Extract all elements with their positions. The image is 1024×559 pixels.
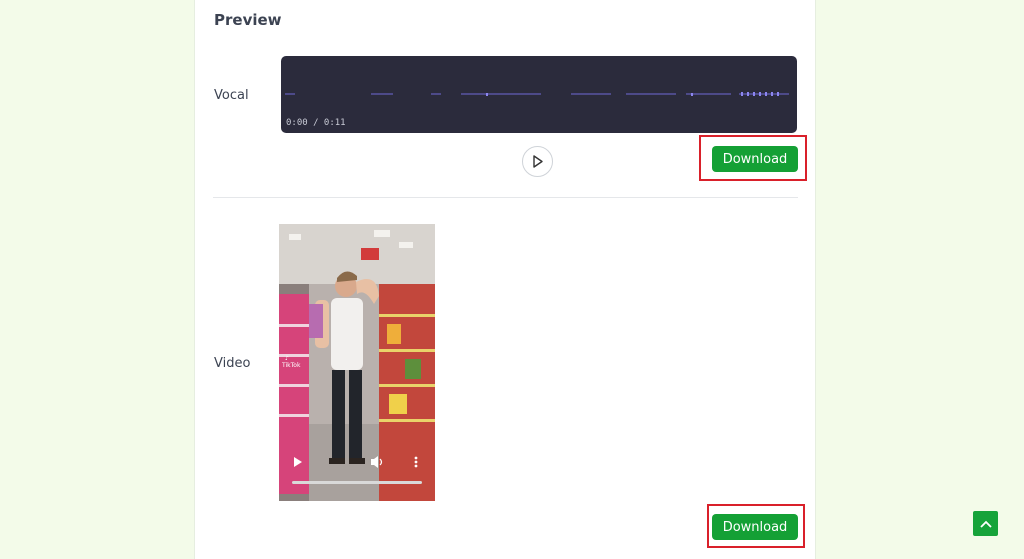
svg-text:♪: ♪	[285, 355, 289, 362]
waveform-graphic	[285, 92, 789, 96]
page-title: Preview	[214, 11, 282, 29]
video-download-button[interactable]: Download	[712, 514, 798, 540]
video-frame: ♪	[279, 224, 435, 501]
play-icon	[532, 155, 543, 168]
play-button[interactable]	[522, 146, 553, 177]
divider	[213, 197, 798, 198]
video-player[interactable]: ♪ TikTok	[279, 224, 435, 501]
chevron-up-icon	[979, 520, 992, 528]
tiktok-watermark: TikTok	[282, 362, 301, 369]
more-options-icon[interactable]	[414, 456, 418, 460]
vocal-label: Vocal	[214, 88, 249, 103]
video-label: Video	[214, 356, 251, 371]
preview-card: Preview Vocal 0:00 / 0:11 Download Video…	[194, 0, 816, 559]
audio-time: 0:00 / 0:11	[286, 118, 346, 128]
vocal-download-button[interactable]: Download	[712, 146, 798, 172]
vocal-waveform[interactable]: 0:00 / 0:11	[281, 56, 797, 133]
video-progress-bar[interactable]	[292, 481, 422, 484]
scroll-to-top-button[interactable]	[973, 511, 998, 536]
